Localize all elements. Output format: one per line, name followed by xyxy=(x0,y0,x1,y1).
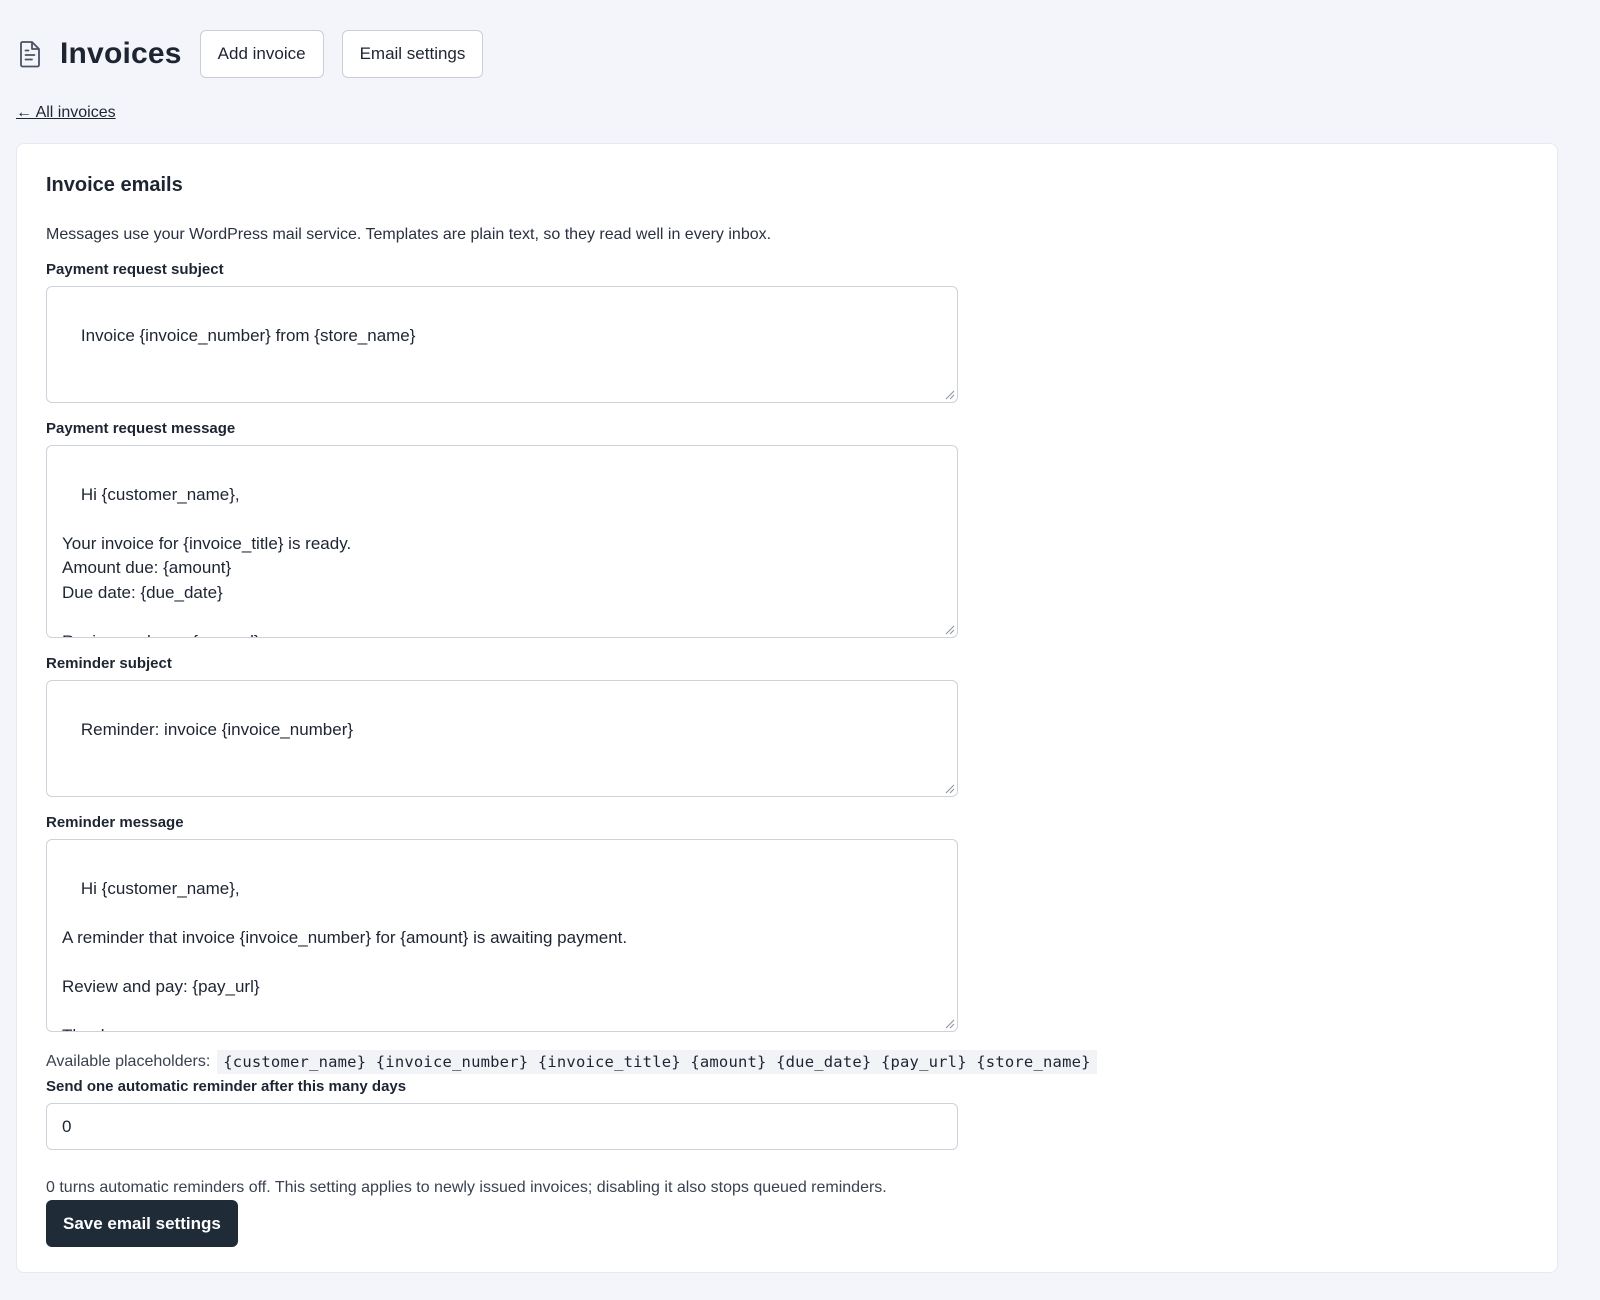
invoice-emails-card: Invoice emails Messages use your WordPre… xyxy=(16,143,1558,1273)
save-email-settings-button[interactable]: Save email settings xyxy=(46,1200,238,1247)
all-invoices-link[interactable]: ← All invoices xyxy=(16,104,116,122)
reminder-subject-textarea[interactable]: Reminder: invoice {invoice_number} xyxy=(46,680,958,797)
placeholders-label: Available placeholders: xyxy=(46,1053,211,1070)
payment-message-textarea[interactable]: Hi {customer_name}, Your invoice for {in… xyxy=(46,445,958,638)
reminder-subject-value: Reminder: invoice {invoice_number} xyxy=(80,719,354,739)
resize-handle-icon[interactable] xyxy=(945,784,955,794)
reminder-message-label: Reminder message xyxy=(46,814,184,831)
email-settings-button[interactable]: Email settings xyxy=(341,30,484,78)
reminder-days-label: Send one automatic reminder after this m… xyxy=(46,1078,407,1095)
reminder-days-hint: 0 turns automatic reminders off. This se… xyxy=(46,1179,887,1196)
payment-subject-label: Payment request subject xyxy=(46,261,224,278)
add-invoice-button[interactable]: Add invoice xyxy=(199,30,324,78)
placeholders-codes: {customer_name} {invoice_number} {invoic… xyxy=(217,1050,1097,1074)
reminder-message-textarea[interactable]: Hi {customer_name}, A reminder that invo… xyxy=(46,839,958,1032)
page-title: Invoices xyxy=(60,37,182,70)
card-intro: Messages use your WordPress mail service… xyxy=(46,226,772,243)
resize-handle-icon[interactable] xyxy=(945,625,955,635)
page-header: Invoices Add invoice Email settings xyxy=(16,30,501,78)
card-title: Invoice emails xyxy=(46,174,183,196)
payment-subject-textarea[interactable]: Invoice {invoice_number} from {store_nam… xyxy=(46,286,958,403)
available-placeholders: Available placeholders: {customer_name} … xyxy=(46,1050,1097,1074)
reminder-message-value: Hi {customer_name}, A reminder that invo… xyxy=(62,878,628,1032)
resize-handle-icon[interactable] xyxy=(945,1019,955,1029)
payment-subject-value: Invoice {invoice_number} from {store_nam… xyxy=(80,325,416,345)
reminder-subject-label: Reminder subject xyxy=(46,655,172,672)
document-icon xyxy=(18,40,46,68)
resize-handle-icon[interactable] xyxy=(945,390,955,400)
payment-message-label: Payment request message xyxy=(46,420,236,437)
payment-message-value: Hi {customer_name}, Your invoice for {in… xyxy=(62,484,352,638)
reminder-days-input[interactable]: 0 xyxy=(46,1103,958,1150)
